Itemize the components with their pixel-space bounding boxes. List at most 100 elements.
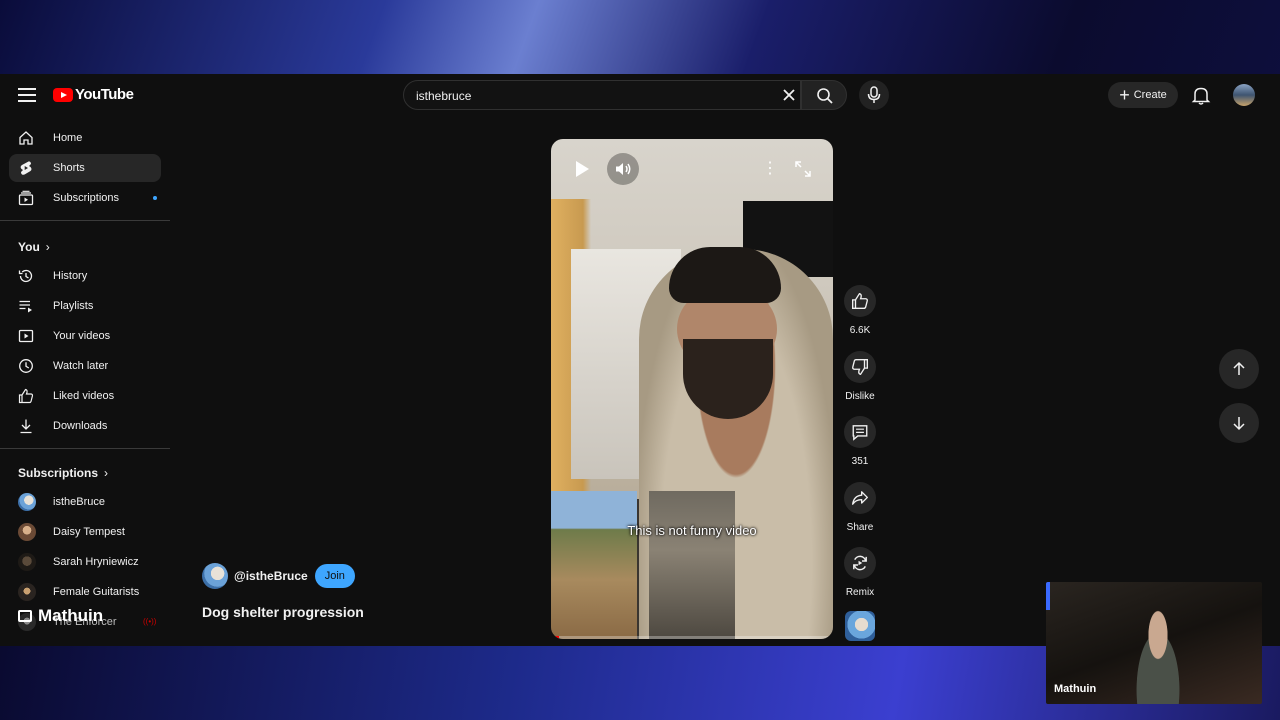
join-button[interactable]: Join bbox=[314, 564, 355, 588]
youtube-play-icon bbox=[53, 87, 73, 102]
subscription-female-guitarists[interactable]: Female Guitarists bbox=[9, 578, 161, 606]
like-button[interactable] bbox=[844, 285, 876, 317]
share-icon bbox=[852, 491, 868, 505]
play-button[interactable] bbox=[565, 153, 597, 185]
create-button[interactable]: + Create bbox=[1108, 82, 1178, 108]
share-button[interactable] bbox=[844, 482, 876, 514]
youtube-logo[interactable]: YouTube bbox=[53, 86, 134, 103]
subscription-label: Daisy Tempest bbox=[53, 526, 125, 538]
like-count: 6.6K bbox=[849, 325, 871, 336]
search-input[interactable] bbox=[416, 87, 756, 105]
remix-label: Remix bbox=[845, 587, 875, 598]
short-video-player[interactable]: This is not funny video ⋮ bbox=[551, 139, 833, 639]
sidebar-divider bbox=[0, 220, 170, 221]
channel-handle[interactable]: @istheBruce bbox=[234, 569, 308, 583]
subscription-daisy-tempest[interactable]: Daisy Tempest bbox=[9, 518, 161, 546]
home-icon bbox=[19, 131, 33, 145]
search-box bbox=[403, 80, 801, 110]
you-heading-label: You bbox=[18, 240, 40, 254]
sidebar-divider bbox=[0, 448, 170, 449]
monitor-icon bbox=[18, 610, 32, 622]
video-progress-bar[interactable] bbox=[551, 636, 833, 639]
channel-avatar[interactable] bbox=[202, 563, 228, 589]
video-collage-right bbox=[649, 491, 735, 639]
chevron-right-icon: › bbox=[45, 240, 50, 254]
voice-search-button[interactable] bbox=[859, 80, 889, 110]
short-channel-info: @istheBruce Join bbox=[202, 563, 355, 589]
notifications-button[interactable] bbox=[1190, 84, 1212, 106]
sidebar-item-label: Playlists bbox=[53, 300, 94, 312]
thumbs-down-icon bbox=[852, 359, 868, 376]
menu-icon[interactable] bbox=[16, 84, 38, 106]
account-avatar[interactable] bbox=[1233, 84, 1255, 106]
download-icon bbox=[20, 419, 32, 434]
sidebar-item-liked-videos[interactable]: Liked videos bbox=[9, 382, 161, 410]
sidebar-item-playlists[interactable]: Playlists bbox=[9, 292, 161, 320]
sidebar-item-home[interactable]: Home bbox=[9, 124, 161, 152]
webcam-accent-light bbox=[1046, 582, 1050, 610]
channel-avatar bbox=[18, 553, 36, 571]
history-icon bbox=[18, 269, 33, 283]
previous-short-button[interactable] bbox=[1219, 349, 1259, 389]
logo-text: YouTube bbox=[75, 86, 134, 103]
youtube-window: YouTube + Create Home Shorts bbox=[0, 74, 1280, 646]
thumbs-up-icon bbox=[852, 292, 868, 309]
video-progress-fill bbox=[551, 636, 560, 639]
subscription-istheBruce[interactable]: istheBruce bbox=[9, 488, 161, 516]
comment-count: 351 bbox=[851, 456, 869, 467]
sidebar-item-subscriptions[interactable]: Subscriptions bbox=[9, 184, 161, 212]
dislike-action: Dislike bbox=[842, 351, 878, 402]
sidebar-item-watch-later[interactable]: Watch later bbox=[9, 352, 161, 380]
comment-icon bbox=[852, 425, 868, 441]
sidebar-item-label: Watch later bbox=[53, 360, 109, 372]
volume-button[interactable] bbox=[607, 153, 639, 185]
sidebar-item-label: Shorts bbox=[53, 162, 85, 174]
volume-icon bbox=[616, 163, 631, 175]
comments-button[interactable] bbox=[844, 416, 876, 448]
more-options-icon[interactable]: ⋮ bbox=[757, 153, 783, 185]
live-indicator-icon: ((•)) bbox=[143, 617, 157, 626]
video-caption: This is not funny video bbox=[627, 523, 757, 538]
subscription-label: Female Guitarists bbox=[53, 586, 140, 598]
bell-icon bbox=[1191, 87, 1211, 105]
channel-avatar bbox=[18, 493, 36, 511]
search-icon bbox=[817, 88, 833, 104]
sidebar-item-history[interactable]: History bbox=[9, 262, 161, 290]
subscription-sarah-hryniewicz[interactable]: Sarah Hryniewicz bbox=[9, 548, 161, 576]
clear-search-button[interactable] bbox=[779, 85, 799, 105]
subscription-label: Sarah Hryniewicz bbox=[53, 556, 139, 568]
plus-icon: + bbox=[1119, 85, 1130, 105]
fullscreen-button[interactable] bbox=[787, 153, 819, 185]
sidebar-item-shorts[interactable]: Shorts bbox=[9, 154, 161, 182]
search-button[interactable] bbox=[801, 80, 847, 110]
remix-button[interactable] bbox=[844, 547, 876, 579]
sidebar-item-label: Subscriptions bbox=[53, 192, 120, 204]
like-action: 6.6K bbox=[842, 285, 878, 336]
new-content-dot bbox=[153, 196, 157, 200]
you-section-heading[interactable]: You › bbox=[18, 240, 50, 254]
short-title[interactable]: Dog shelter progression bbox=[202, 604, 364, 620]
shorts-icon bbox=[20, 161, 32, 175]
sidebar-item-downloads[interactable]: Downloads bbox=[9, 412, 161, 440]
microphone-icon bbox=[867, 86, 881, 103]
dislike-button[interactable] bbox=[844, 351, 876, 383]
dislike-label: Dislike bbox=[845, 391, 875, 402]
sidebar-item-label: History bbox=[53, 270, 88, 282]
sidebar-item-your-videos[interactable]: Your videos bbox=[9, 322, 161, 350]
remix-icon bbox=[853, 555, 867, 571]
share-action: Share bbox=[842, 482, 878, 533]
subscription-label: istheBruce bbox=[53, 496, 105, 508]
sidebar: Home Shorts Subscriptions You › History P… bbox=[0, 124, 170, 646]
channel-avatar bbox=[18, 523, 36, 541]
video-collage-left bbox=[551, 491, 637, 639]
clock-icon bbox=[19, 359, 33, 373]
sidebar-item-label: Home bbox=[53, 132, 83, 144]
share-label: Share bbox=[846, 522, 874, 533]
stream-overlay-label: Mathuin bbox=[18, 606, 103, 626]
subscriptions-heading-label: Subscriptions bbox=[18, 466, 99, 480]
sound-source-avatar[interactable] bbox=[845, 611, 875, 641]
arrow-up-icon bbox=[1233, 361, 1245, 375]
subscriptions-icon bbox=[18, 190, 34, 206]
next-short-button[interactable] bbox=[1219, 403, 1259, 443]
subscriptions-section-heading[interactable]: Subscriptions › bbox=[18, 466, 108, 480]
